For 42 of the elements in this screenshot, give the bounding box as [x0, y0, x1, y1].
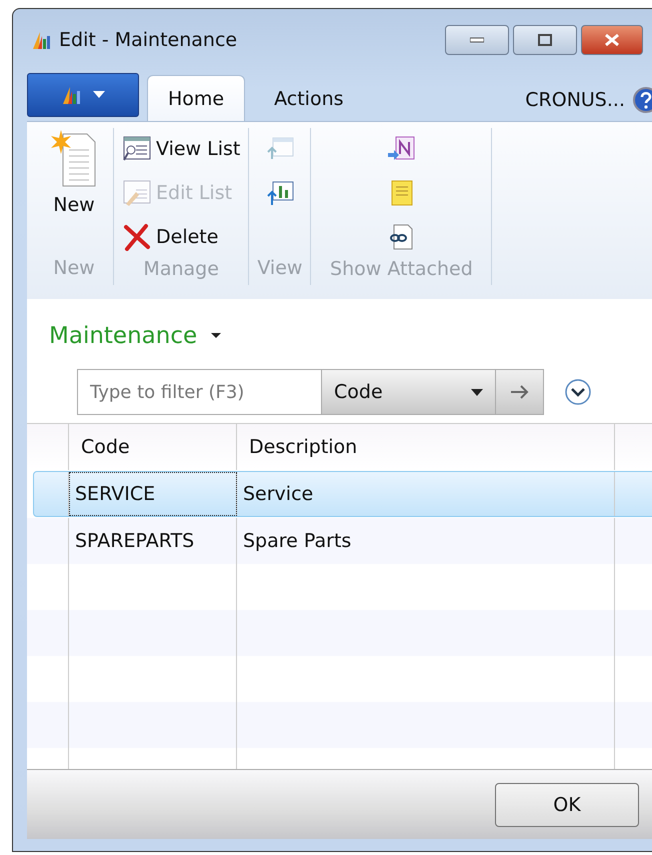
bar-chart-logo-icon: [61, 85, 83, 105]
apply-filter-button[interactable]: [496, 369, 544, 415]
close-button[interactable]: [581, 25, 643, 55]
close-icon: [604, 33, 620, 47]
arrow-icon: [510, 384, 530, 400]
maximize-button[interactable]: [513, 25, 577, 55]
ribbon-tab[interactable]: Home: [147, 75, 246, 121]
caret-icon: [93, 91, 105, 99]
ok-button[interactable]: OK: [495, 782, 639, 826]
filter-field[interactable]: Type to filter (F3): [77, 369, 322, 415]
help-icon[interactable]: [633, 87, 652, 113]
company-name: CRONUS...: [525, 89, 625, 111]
table-cell: SERVICE: [69, 472, 237, 516]
ribbon-button[interactable]: View List: [122, 128, 240, 170]
minimize-button[interactable]: [445, 25, 509, 55]
ribbon-button[interactable]: Delete: [122, 216, 218, 258]
caret-icon[interactable]: [211, 333, 222, 339]
bar-chart-logo-icon: [31, 30, 53, 50]
selected-row[interactable]: SERVICE Service: [33, 471, 652, 517]
column-header[interactable]: Code: [69, 424, 237, 470]
minimize-icon: [470, 37, 484, 43]
delete-icon: [122, 223, 152, 251]
page-title: Maintenance: [49, 323, 198, 349]
expand-icon[interactable]: [564, 378, 592, 406]
ribbon-group-label: New: [53, 257, 95, 281]
chart-arrow-icon: [264, 179, 295, 207]
list-magnifier-icon: [122, 135, 152, 163]
ribbon-group-label: View: [257, 257, 302, 281]
ribbon-group-label: Show Attached: [330, 258, 473, 282]
filter-column-dropdown[interactable]: Code: [322, 369, 496, 415]
caret-icon: [471, 388, 483, 396]
ribbon-button[interactable]: New: [43, 128, 105, 216]
window-title: Edit - Maintenance: [59, 29, 238, 51]
ribbon-tab[interactable]: Actions: [253, 75, 365, 121]
maximize-icon: [538, 34, 552, 46]
column-header[interactable]: Description: [237, 424, 615, 470]
ribbon-group-label: Manage: [143, 258, 219, 282]
app-menu-button[interactable]: [27, 73, 139, 117]
table-row[interactable]: SPAREPARTS Spare Parts: [27, 518, 652, 564]
table-cell: Service: [237, 472, 615, 516]
list-pencil-icon: [122, 179, 152, 207]
notebook-icon: [386, 135, 416, 163]
